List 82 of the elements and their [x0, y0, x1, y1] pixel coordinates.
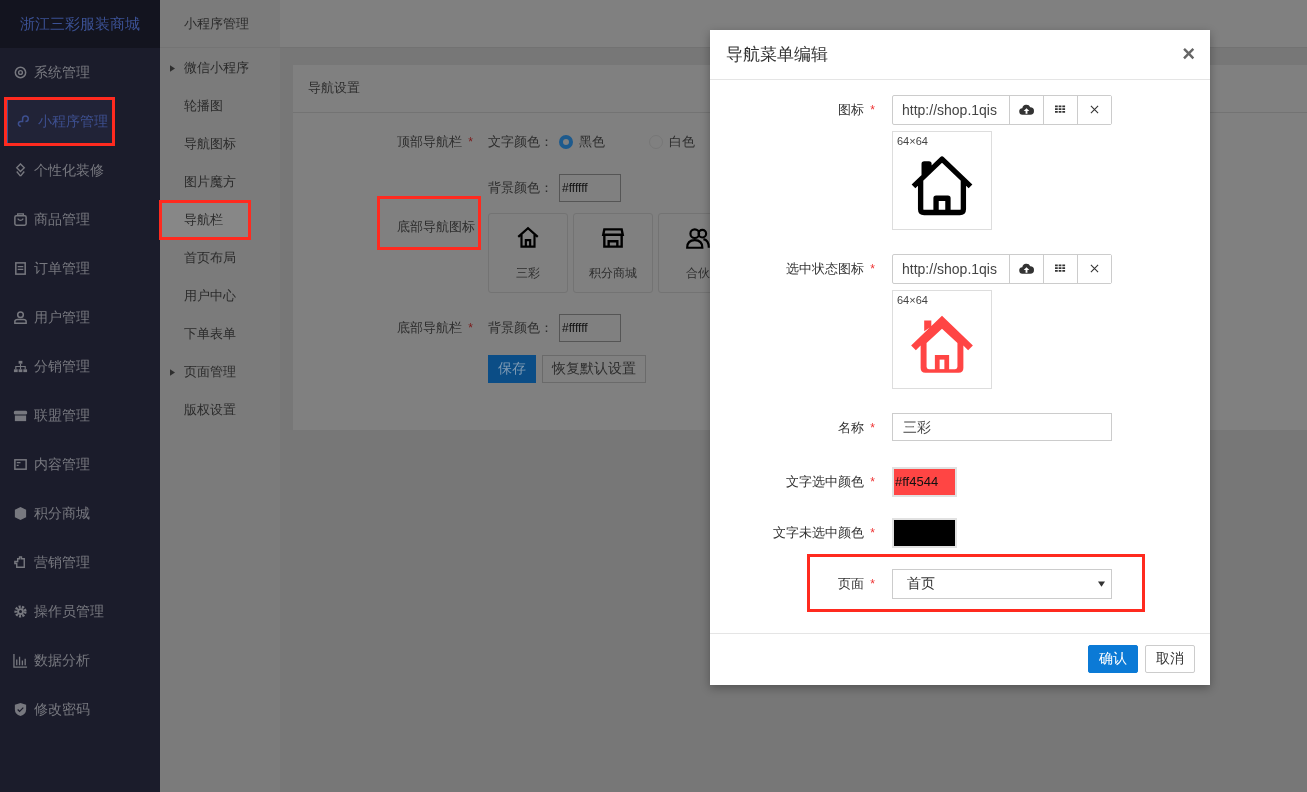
field-label: 顶部导航栏	[397, 133, 463, 151]
sidebar-item[interactable]: 操作员管理	[0, 587, 160, 636]
sidebar-item[interactable]: 数据分析	[0, 636, 160, 685]
confirm-button[interactable]: 确认	[1088, 645, 1138, 674]
gear-icon	[13, 65, 28, 80]
calendar-icon	[13, 261, 28, 276]
cancel-button[interactable]: 取消	[1145, 645, 1195, 674]
dialog-title: 导航菜单编辑	[726, 43, 828, 66]
radio-option[interactable]: 白色	[649, 133, 695, 151]
color-input[interactable]: #ffffff	[559, 174, 621, 202]
field-label: 底部导航栏	[397, 319, 463, 337]
sidebar-item[interactable]: 修改密码	[0, 685, 160, 734]
required-mark: *	[468, 321, 473, 335]
required-mark: *	[870, 261, 875, 276]
required-mark: *	[468, 135, 473, 149]
page-select[interactable]: 首页	[892, 568, 1112, 599]
color-picker[interactable]: #ff4544	[892, 466, 957, 497]
sidebar-item[interactable]: 分销管理	[0, 342, 160, 391]
tile-label: 积分商城	[589, 264, 637, 282]
caret-icon	[1098, 580, 1105, 587]
sidebar-item[interactable]: 联盟管理	[0, 391, 160, 440]
field-label: 名称	[838, 418, 865, 437]
submenu-item[interactable]: 图片魔方	[160, 163, 280, 201]
field-label: 选中状态图标	[786, 259, 865, 278]
required-mark: *	[870, 474, 875, 489]
store-icon	[13, 408, 28, 423]
puzzle-icon	[13, 555, 28, 570]
required-mark: *	[870, 525, 875, 540]
submenu-item[interactable]: 用户中心	[160, 277, 280, 315]
field-label: 背景颜色：	[488, 319, 553, 337]
sidebar-item[interactable]: 系统管理	[0, 48, 160, 97]
color-picker[interactable]	[892, 517, 957, 548]
nav-icon-tile[interactable]: 积分商城	[573, 213, 653, 293]
card-icon	[13, 457, 28, 472]
field-label: 文字选中颜色	[786, 472, 865, 491]
save-button[interactable]: 保存	[488, 355, 536, 383]
submenu-item[interactable]: 下单表单	[160, 315, 280, 353]
tile-label: 三彩	[516, 264, 540, 282]
expand-arrow-icon	[170, 368, 175, 376]
sidebar-item[interactable]: 个性化装修	[0, 146, 160, 195]
name-input[interactable]: 三彩	[892, 412, 1112, 441]
submenu-item[interactable]: 轮播图	[160, 87, 280, 125]
required-mark: *	[870, 420, 875, 435]
cog-icon	[13, 604, 28, 619]
field-label: 文字未选中颜色	[773, 523, 865, 542]
reset-button[interactable]: 恢复默认设置	[542, 355, 646, 383]
size-label: 64×64	[897, 293, 928, 306]
sidebar-item[interactable]: 内容管理	[0, 440, 160, 489]
bar-chart-icon	[13, 653, 28, 668]
submenu-item[interactable]: 微信小程序	[160, 49, 280, 87]
sidebar-item[interactable]: 小程序管理	[4, 97, 115, 146]
sidebar-item[interactable]: 用户管理	[0, 293, 160, 342]
expand-arrow-icon	[170, 64, 175, 72]
submenu-item[interactable]: 导航图标	[160, 125, 280, 163]
size-label: 64×64	[897, 134, 928, 147]
shield-icon	[13, 702, 28, 717]
sidebar-item[interactable]: 订单管理	[0, 244, 160, 293]
house-icon	[515, 224, 541, 251]
radio-option[interactable]: 黑色	[559, 133, 605, 151]
submenu-item[interactable]: 首页布局	[160, 239, 280, 277]
sidebar-item[interactable]: 营销管理	[0, 538, 160, 587]
submenu-item[interactable]: 页面管理	[160, 353, 280, 391]
diamond-icon	[13, 163, 28, 178]
submenu-item[interactable]: 版权设置	[160, 391, 280, 429]
link-icon	[17, 114, 32, 129]
color-input[interactable]: #ffffff	[559, 314, 621, 342]
field-label: 页面	[838, 574, 865, 593]
bag-icon	[13, 212, 28, 227]
nav-icon-tile[interactable]: 三彩	[488, 213, 568, 293]
submenu-item[interactable]: 导航栏	[160, 201, 250, 239]
app-title: 浙江三彩服装商城	[0, 0, 160, 48]
required-mark: *	[870, 576, 875, 591]
field-label: 底部导航图标	[377, 196, 481, 250]
close-button[interactable]: ×	[1182, 43, 1195, 66]
field-label: 背景颜色：	[488, 179, 553, 197]
sitemap-icon	[13, 359, 28, 374]
tile-label: 合伙	[686, 264, 710, 282]
field-label: 文字颜色：	[488, 133, 553, 151]
sidebar-item[interactable]: 积分商城	[0, 489, 160, 538]
cube-icon	[13, 506, 28, 521]
sidebar-item[interactable]: 商品管理	[0, 195, 160, 244]
user-icon	[13, 310, 28, 325]
